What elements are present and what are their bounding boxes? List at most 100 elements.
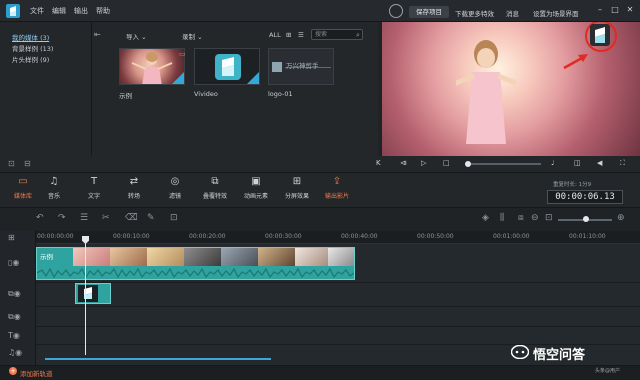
download-effects-link[interactable]: 下载更多特效 — [455, 8, 494, 18]
clip-label: 示例 — [40, 253, 53, 261]
ruler-label: 00:01:00:00 — [493, 233, 530, 240]
effect-track-icon[interactable]: ⧉◉ — [8, 312, 21, 322]
tool-split-screen[interactable]: ⊞ 分屏效果 — [278, 176, 316, 200]
tool-transition[interactable]: ⇄ 转场 — [115, 176, 153, 200]
add-track-button[interactable]: 添加新轨道 — [20, 368, 53, 378]
ruler-label: 00:01:10:00 — [569, 233, 606, 240]
tool-label: 转场 — [127, 193, 140, 200]
crop-icon[interactable]: ⊡ — [170, 213, 178, 223]
snap-icon[interactable]: ◈ — [482, 213, 489, 223]
volume-icon[interactable]: ◀ — [597, 159, 602, 167]
playback-progress-knob[interactable] — [465, 161, 471, 167]
thumb-photo-icon — [131, 52, 173, 84]
video-badge-icon: ▭ — [179, 50, 186, 58]
list-view-icon[interactable]: ☰ — [298, 31, 304, 39]
tool-filter[interactable]: ◎ 滤镜 — [156, 176, 194, 200]
tool-elements[interactable]: ▣ 动画元素 — [237, 176, 275, 200]
clip-frame — [258, 248, 295, 266]
tool-label: 叠覆特效 — [202, 193, 227, 200]
tool-text[interactable]: T 文字 — [75, 176, 113, 200]
user-account-icon[interactable] — [389, 4, 403, 18]
logo-thumb-text: 万兴神剪手 — [286, 62, 319, 70]
split-icon[interactable]: ⧈ — [518, 213, 524, 223]
redo-icon[interactable]: ↷ — [58, 213, 66, 223]
delete-folder-icon[interactable]: ⊟ — [24, 159, 31, 168]
zoom-fit-icon[interactable]: ⊡ — [545, 213, 553, 223]
library-category-backgrounds[interactable]: 背景样例 (13) — [12, 43, 53, 53]
track-divider — [36, 326, 640, 327]
zoom-out-icon[interactable]: ⊖ — [531, 213, 539, 223]
record-dropdown[interactable]: 录制 ⌄ — [182, 31, 203, 41]
clip-frame — [147, 248, 184, 266]
collapse-arrow-icon[interactable]: ⇤ — [94, 30, 104, 40]
vivideo-logo-icon — [215, 54, 241, 80]
undo-icon[interactable]: ↶ — [36, 213, 44, 223]
media-thumb-sample[interactable] — [119, 48, 185, 85]
duration-label: 重复时长: 1分9 — [553, 182, 592, 188]
messages-link[interactable]: 消息 — [506, 8, 519, 18]
edit-icon[interactable]: ✎ — [147, 213, 155, 223]
music-track-icon[interactable]: ♫◉ — [8, 348, 22, 357]
new-folder-icon[interactable]: ⊡ — [8, 159, 15, 168]
app-logo-icon — [6, 4, 20, 18]
minimize-button[interactable]: – — [595, 5, 605, 15]
search-icon[interactable]: ⌕ — [356, 31, 360, 40]
menu-help[interactable]: 帮助 — [96, 6, 110, 16]
export-icon: ⇪ — [332, 176, 342, 187]
thumb-label-logo: logo-01 — [268, 90, 293, 98]
stop-icon[interactable]: □ — [443, 159, 450, 167]
step-back-icon[interactable]: ⧏ — [400, 159, 407, 167]
zoom-in-icon[interactable]: ⊕ — [617, 213, 625, 223]
tool-label: 动画元素 — [243, 193, 268, 200]
folder-icon: ▭ — [18, 176, 28, 187]
filter-all[interactable]: ALL — [269, 31, 281, 39]
text-track-icon[interactable]: T◉ — [8, 331, 20, 340]
clip-frame — [221, 248, 258, 266]
grid-view-icon[interactable]: ⊞ — [286, 31, 291, 39]
watermark-clip-thumb-icon — [78, 285, 98, 302]
zoom-slider-knob[interactable] — [583, 216, 589, 222]
playback-progress-track[interactable] — [465, 163, 541, 165]
brand-sub-text: 头条@用户 — [595, 368, 621, 374]
edit-toolbar — [0, 208, 640, 230]
menu-file[interactable]: 文件 — [30, 6, 44, 16]
tool-overlay[interactable]: ⧉ 叠覆特效 — [196, 176, 234, 200]
tool-music[interactable]: ♫ 音乐 — [35, 176, 73, 200]
import-dropdown[interactable]: 导入 ⌄ — [126, 31, 147, 41]
menu-edit[interactable]: 编辑 — [52, 6, 66, 16]
cut-icon[interactable]: ✂ — [102, 213, 110, 223]
red-arrow-icon — [563, 54, 588, 70]
clip-frame — [328, 248, 354, 266]
set-scene-link[interactable]: 设置为场景界面 — [533, 8, 579, 18]
playhead-line[interactable] — [85, 239, 86, 355]
fullscreen-icon[interactable]: ⛶ — [620, 159, 625, 168]
timeline-scrollbar[interactable] — [45, 358, 271, 360]
media-thumb-logo[interactable]: 万兴神剪手 — [268, 48, 334, 85]
close-button[interactable]: ✕ — [625, 5, 635, 15]
library-category-intros[interactable]: 片头样例 (9) — [12, 54, 49, 64]
media-thumb-vivideo[interactable] — [194, 48, 260, 85]
split-screen-icon: ⊞ — [292, 176, 302, 187]
delete-icon[interactable]: ⌫ — [125, 213, 138, 223]
track-divider — [36, 306, 640, 307]
add-track-icon[interactable]: + — [9, 367, 17, 375]
video-track-icon[interactable]: ▯◉ — [8, 258, 19, 267]
tool-export[interactable]: ⇪ 输出影片 — [318, 176, 356, 200]
menu-output[interactable]: 输出 — [74, 6, 88, 16]
clip-frame — [295, 248, 328, 266]
prev-frame-icon[interactable]: K — [376, 159, 381, 167]
settings-icon[interactable]: ☰ — [80, 213, 88, 223]
brand-watermark: 悟空问答 — [533, 348, 586, 363]
microphone-icon[interactable]: ♩ — [551, 159, 554, 167]
audio-mixer-icon[interactable]: ⫼ — [500, 213, 504, 223]
snapshot-icon[interactable]: ◫ — [574, 159, 581, 167]
clip-frame — [73, 248, 110, 266]
library-category-my-media[interactable]: 我的媒体 (3) — [12, 32, 49, 42]
elements-icon: ▣ — [251, 176, 261, 187]
timecode-display: 00:00:06.13 — [547, 190, 623, 204]
overlay-track-icon[interactable]: ⧉◉ — [8, 289, 21, 299]
play-icon[interactable]: ▷ — [421, 159, 426, 167]
save-project-button[interactable]: 保存项目 — [409, 6, 449, 18]
maximize-button[interactable]: □ — [610, 5, 620, 15]
add-marker-icon[interactable]: ⊞ — [8, 233, 15, 242]
